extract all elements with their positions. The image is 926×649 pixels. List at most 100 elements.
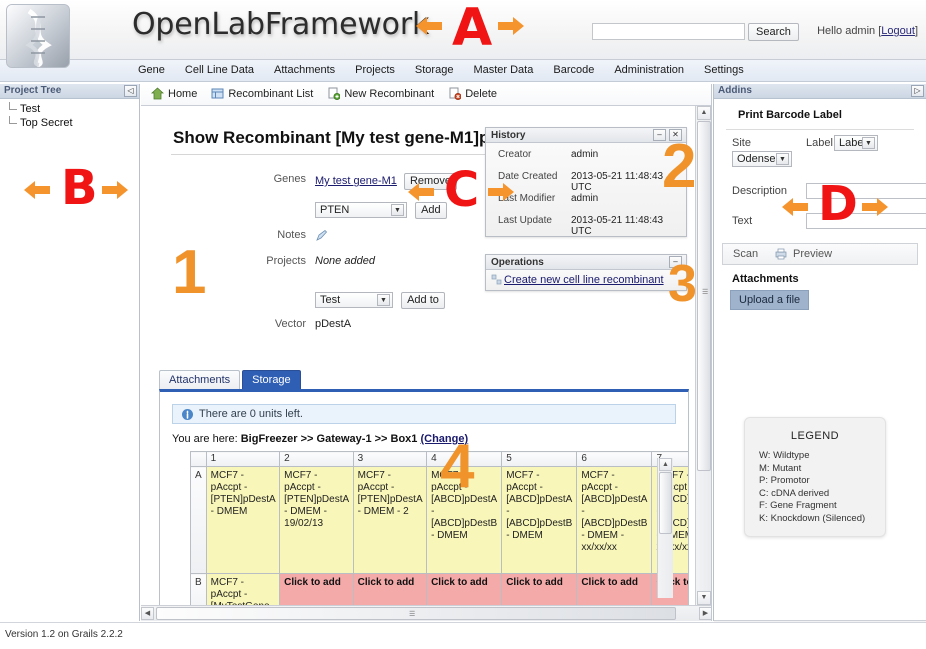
breadcrumb: You are here: BigFreezer >> Gateway-1 >>… <box>172 433 688 445</box>
version-text: Version 1.2 on Grails 2.2.2 <box>5 629 123 640</box>
project-tree-header: Project Tree ◁ <box>0 84 139 99</box>
logout-link[interactable]: Logout <box>881 25 915 37</box>
notes-label: Notes <box>277 229 306 241</box>
nav-item-projects[interactable]: Projects <box>345 60 405 80</box>
nav-item-master-data[interactable]: Master Data <box>463 60 543 80</box>
create-cell-line-recombinant-link[interactable]: Create new cell line recombinant <box>504 274 664 286</box>
history-row: Last Modifier admin <box>486 193 686 215</box>
scroll-left-arrow[interactable]: ◀ <box>141 607 154 620</box>
legend-item: C: cDNA derived <box>759 487 830 499</box>
storage-cell[interactable]: MCF7 - pAccpt - [PTEN]pDestA - DMEM <box>205 466 281 574</box>
greeting-end: ] <box>914 25 918 37</box>
remove-gene-button[interactable]: Remove <box>403 173 457 190</box>
legend-title: LEGEND <box>790 430 840 442</box>
close-icon[interactable]: ✕ <box>669 129 682 141</box>
col-header-5[interactable]: 5 <box>501 451 578 467</box>
col-header-6[interactable]: 6 <box>576 451 653 467</box>
nav-item-gene[interactable]: Gene <box>128 60 175 80</box>
info-icon <box>181 408 194 421</box>
text-input[interactable] <box>806 213 926 229</box>
table-header-row: 1 2 3 4 5 6 7 <box>190 451 688 467</box>
tab-attachments[interactable]: Attachments <box>159 370 241 389</box>
app-footer: Version 1.2 on Grails 2.2.2 <box>0 622 926 649</box>
breadcrumb-change-link[interactable]: (Change) <box>420 433 468 445</box>
scroll-thumb[interactable]: ☰ <box>156 607 676 620</box>
label-label: Label <box>806 137 833 149</box>
scan-button[interactable]: Scan <box>733 248 758 260</box>
site-row: Site Odense ▼ Label Label ▼ <box>714 135 926 171</box>
chevron-left-icon[interactable]: ◁ <box>124 85 137 97</box>
scroll-right-arrow[interactable]: ▶ <box>699 607 711 620</box>
nav-item-settings[interactable]: Settings <box>694 60 754 80</box>
tree-node-test[interactable]: Test <box>6 102 139 116</box>
storage-cell[interactable]: MCF7 - pAccpt - [PTEN]pDestA - DMEM - 19… <box>279 466 354 574</box>
preview-button[interactable]: Preview <box>793 248 832 260</box>
storage-grid: 1 2 3 4 5 6 7 A MCF7 - pAccpt - [PTEN]pD… <box>190 451 688 621</box>
col-header-2[interactable]: 2 <box>279 451 354 467</box>
scroll-up-arrow[interactable]: ▲ <box>697 106 711 120</box>
home-icon <box>150 87 165 100</box>
scroll-thumb[interactable] <box>659 472 672 534</box>
toolbar-home-label: Home <box>168 88 198 100</box>
project-select-value: Test <box>320 294 341 307</box>
print-barcode-title: Print Barcode Label <box>738 109 842 121</box>
legend-item: W: Wildtype <box>759 450 810 461</box>
genes-label: Genes <box>273 173 306 185</box>
chevron-right-icon[interactable]: ▷ <box>911 85 924 97</box>
table-row: A MCF7 - pAccpt - [PTEN]pDestA - DMEM MC… <box>190 466 688 574</box>
nav-item-storage[interactable]: Storage <box>405 60 464 80</box>
chevron-down-icon[interactable]: ▼ <box>776 153 789 165</box>
legend-item: P: Promotor <box>759 475 810 486</box>
tab-storage[interactable]: Storage <box>242 370 301 389</box>
nav-item-barcode[interactable]: Barcode <box>543 60 604 80</box>
storage-cell[interactable]: MCF7 - pAccpt - [ABCD]pDestA - [ABCD]pDe… <box>576 466 653 574</box>
project-select[interactable]: Test ▼ <box>315 292 393 309</box>
main-content: Home Recombinant List New Recombinant De… <box>141 84 712 621</box>
gene-link[interactable]: My test gene-M1 <box>315 175 397 187</box>
scroll-grip-icon: ☰ <box>409 611 416 618</box>
site-select[interactable]: Odense ▼ <box>732 151 792 167</box>
scroll-up-arrow[interactable]: ▲ <box>659 458 672 471</box>
toolbar-recombinant-list-button[interactable]: Recombinant List <box>211 87 313 100</box>
upload-file-button[interactable]: Upload a file <box>730 290 810 310</box>
barcode-divider <box>726 129 914 130</box>
minimize-icon[interactable]: – <box>669 256 682 268</box>
legend-item: M: Mutant <box>759 462 802 474</box>
add-gene-button[interactable]: Add <box>415 202 447 219</box>
add-to-project-button[interactable]: Add to <box>401 292 445 309</box>
storage-cell[interactable]: MCF7 - pAccpt - [ABCD]pDestA - [ABCD]pDe… <box>501 466 578 574</box>
nav-item-attachments[interactable]: Attachments <box>264 60 345 80</box>
content-vertical-scrollbar[interactable]: ▲ ☰ ▼ <box>695 106 711 621</box>
search-input[interactable] <box>592 23 745 40</box>
toolbar-new-recombinant-button[interactable]: New Recombinant <box>327 87 434 100</box>
storage-cell[interactable]: MCF7 - pAccpt - [ABCD]pDestA - [ABCD]pDe… <box>426 466 503 574</box>
legend-item: F: Gene Fragment <box>759 500 837 511</box>
scroll-down-arrow[interactable]: ▼ <box>697 591 711 605</box>
edit-pencil-icon[interactable] <box>315 229 328 245</box>
label-select[interactable]: Label ▼ <box>834 135 878 151</box>
grid-vertical-scrollbar[interactable]: ▲ <box>657 458 673 598</box>
storage-cell[interactable]: MCF7 - pAccpt - [PTEN]pDestA - DMEM - 2 <box>352 466 428 574</box>
nav-item-administration[interactable]: Administration <box>604 60 694 80</box>
minimize-icon[interactable]: – <box>653 129 666 141</box>
storage-info-bar: There are 0 units left. <box>172 404 676 424</box>
col-header-4[interactable]: 4 <box>426 451 503 467</box>
tree-node-top-secret[interactable]: Top Secret <box>6 116 139 130</box>
toolbar-new-recombinant-label: New Recombinant <box>344 88 435 100</box>
toolbar-home-button[interactable]: Home <box>150 87 198 100</box>
chevron-down-icon[interactable]: ▼ <box>862 137 875 149</box>
description-input[interactable] <box>806 183 926 199</box>
chevron-down-icon[interactable]: ▼ <box>377 294 390 307</box>
col-header-1[interactable]: 1 <box>205 451 281 467</box>
search-button[interactable]: Search <box>748 23 799 41</box>
nav-item-cell-line-data[interactable]: Cell Line Data <box>175 60 264 80</box>
col-header-3[interactable]: 3 <box>352 451 428 467</box>
toolbar-delete-button[interactable]: Delete <box>448 87 497 100</box>
project-select-row: Test ▼ Add to <box>141 292 711 309</box>
chevron-down-icon[interactable]: ▼ <box>391 204 404 217</box>
content-horizontal-scrollbar[interactable]: ◀ ☰ ▶ <box>141 605 711 621</box>
gene-select[interactable]: PTEN ▼ <box>315 202 407 219</box>
site-label: Site <box>732 137 751 149</box>
text-label: Text <box>732 215 753 227</box>
scroll-thumb[interactable]: ☰ <box>697 121 711 471</box>
